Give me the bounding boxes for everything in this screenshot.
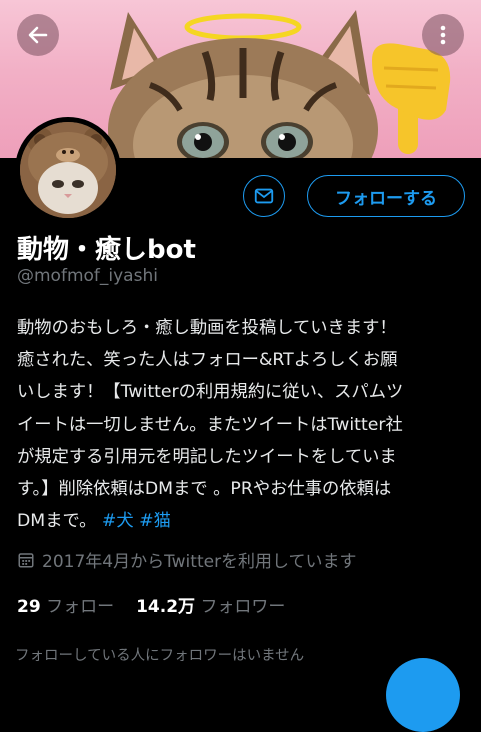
calendar-icon <box>18 552 34 567</box>
profile-avatar[interactable] <box>15 117 121 223</box>
mail-icon <box>254 188 274 204</box>
more-options-button[interactable] <box>422 14 464 56</box>
message-button[interactable] <box>243 175 285 217</box>
username-handle: @mofmof_iyashi <box>17 266 158 286</box>
followers-label: フォロワー <box>200 597 286 617</box>
bio-line: す。】削除依頼はDMまで 。PRやお仕事の依頼は <box>17 479 392 500</box>
mutual-followers-note: フォローしている人にフォロワーはいません <box>15 648 305 664</box>
following-label: フォロー <box>46 597 115 617</box>
bio-line-text: DMまで。 <box>17 511 97 532</box>
joined-date: 2017年4月からTwitterを利用しています <box>17 547 357 572</box>
follow-stats: 29 フォロー 14.2万 フォロワー <box>17 592 285 617</box>
bio-line: 癒された、笑った人はフォロー&RTよろしくお願 <box>17 350 398 371</box>
arrow-left-icon <box>28 26 48 44</box>
following-link[interactable]: 29 フォロー <box>17 597 114 617</box>
bio-line: いします！【Twitterの利用規約に従い、スパムツ <box>17 382 404 403</box>
cat-in-bear-hood-picture <box>20 122 116 218</box>
more-vertical-icon <box>440 25 446 45</box>
pointing-hand-illustration <box>372 43 451 154</box>
hashtag-link[interactable]: #犬 <box>102 511 134 531</box>
followers-link[interactable]: 14.2万 フォロワー <box>136 597 285 617</box>
profile-bio: 動物のおもしろ・癒し動画を投稿していきます！ 癒された、笑った人はフォロー&RT… <box>17 312 469 537</box>
halo-shape <box>184 13 302 41</box>
hashtag-link[interactable]: #猫 <box>139 511 171 531</box>
back-button[interactable] <box>17 14 59 56</box>
display-name: 動物・癒しbot <box>17 235 196 265</box>
bio-line: 動物のおもしろ・癒し動画を投稿していきます！ <box>17 318 397 338</box>
compose-tweet-button[interactable] <box>386 658 460 732</box>
bio-last-line: DMまで。 #犬 #猫 <box>17 505 469 537</box>
follow-button[interactable]: フォローする <box>307 175 465 217</box>
followers-count: 14.2万 <box>136 597 196 617</box>
bio-line: が規定する引用元を明記したツイートをしていま <box>17 446 397 467</box>
joined-text: 2017年4月からTwitterを利用しています <box>42 552 357 572</box>
bio-line: イートは一切しません。またツイートはTwitter社 <box>17 414 403 435</box>
cat-illustration <box>108 10 378 158</box>
avatar-image <box>20 122 116 218</box>
following-count: 29 <box>17 597 41 617</box>
